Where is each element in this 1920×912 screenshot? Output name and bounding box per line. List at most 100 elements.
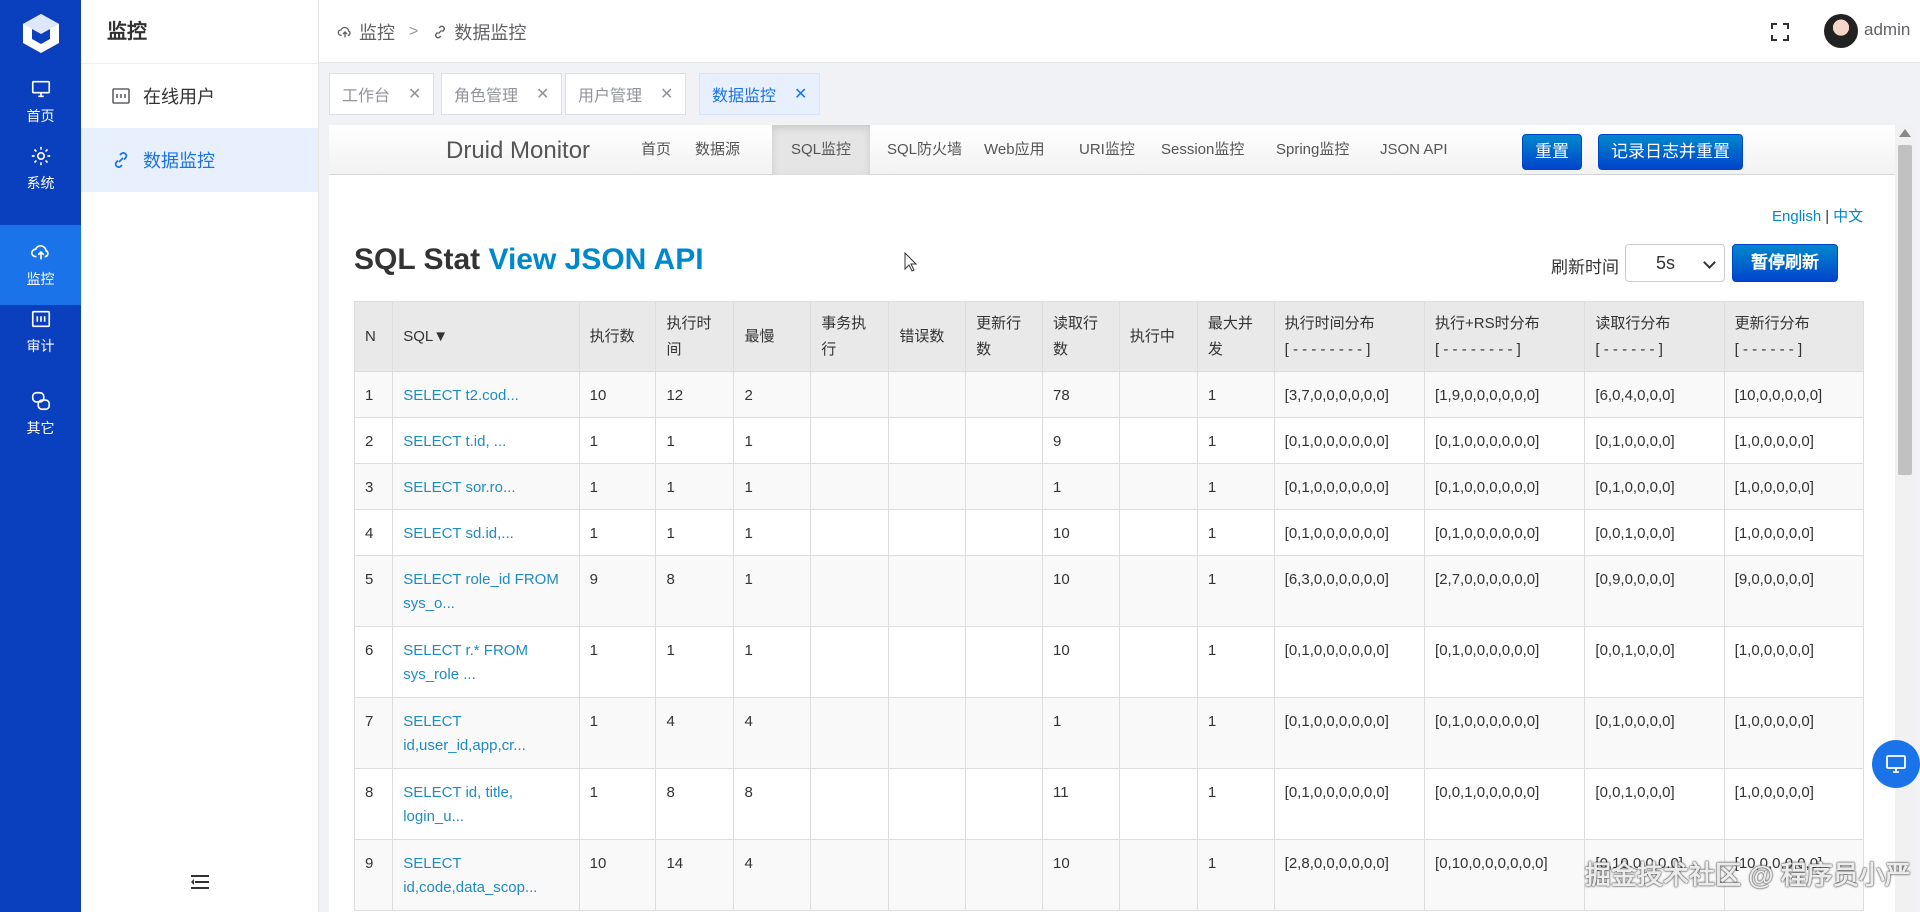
tab-data-monitor[interactable]: 数据监控 ✕ bbox=[699, 73, 821, 115]
druid-brand[interactable]: Druid Monitor bbox=[446, 137, 590, 165]
table-cell bbox=[1118, 371, 1198, 418]
table-body: 1 SELECT t2.cod... 10 12 2 78 1 [3,7,0,0,0,0,0,… bbox=[353, 371, 1865, 911]
scrollbar-thumb[interactable] bbox=[1898, 145, 1912, 475]
table-row: 8 SELECT id, title, login_u... 1 8 8 11 1 [0,1,… bbox=[353, 768, 1865, 840]
breadcrumb-item[interactable]: 监控 bbox=[337, 19, 395, 45]
pause-refresh-button[interactable]: 暂停刷新 bbox=[1732, 244, 1838, 282]
tab-role-management[interactable]: 角色管理 ✕ bbox=[441, 73, 563, 115]
cloud-icon bbox=[30, 245, 49, 260]
lang-chinese-link[interactable]: 中文 bbox=[1833, 208, 1863, 225]
vertical-scrollbar[interactable] bbox=[1895, 125, 1915, 912]
table-cell bbox=[888, 768, 967, 840]
page-title-text: SQL Stat bbox=[354, 243, 481, 276]
table-cell bbox=[810, 768, 890, 840]
sql-link[interactable]: SELECT sor.ro... bbox=[403, 479, 515, 496]
close-icon[interactable]: ✕ bbox=[408, 84, 421, 104]
rail-item-audit[interactable]: 审计 bbox=[0, 292, 81, 372]
table-cell bbox=[810, 417, 890, 464]
nav-uri-monitor[interactable]: URI监控 bbox=[1065, 125, 1149, 175]
table-cell: 1 bbox=[353, 371, 394, 418]
column-header: 更新行分布 [ - - - - - - ] bbox=[1723, 301, 1865, 372]
nav-home[interactable]: 首页 bbox=[627, 125, 685, 175]
table-cell: 10 bbox=[578, 839, 657, 911]
tab-user-management[interactable]: 用户管理 ✕ bbox=[565, 73, 687, 115]
logo-icon[interactable] bbox=[20, 12, 62, 54]
page-title: SQL Stat View JSON API bbox=[354, 243, 704, 277]
table-cell bbox=[888, 371, 967, 418]
table-cell: [1,0,0,0,0,0] bbox=[1723, 697, 1865, 769]
fullscreen-icon[interactable] bbox=[1770, 22, 1790, 42]
nav-json-api[interactable]: JSON API bbox=[1366, 125, 1462, 175]
sql-link[interactable]: SELECT id,code,data_scop... bbox=[403, 855, 537, 896]
table-cell bbox=[965, 555, 1043, 627]
nav-spring-monitor[interactable]: Spring监控 bbox=[1262, 125, 1363, 175]
table-cell: [0,1,0,0,0,0] bbox=[1584, 417, 1725, 464]
floating-screen-button[interactable] bbox=[1872, 740, 1920, 788]
sql-link[interactable]: SELECT id, title, login_u... bbox=[403, 784, 513, 825]
table-cell: 8 bbox=[655, 555, 735, 627]
sql-link[interactable]: SELECT sd.id,... bbox=[403, 525, 514, 542]
close-icon[interactable]: ✕ bbox=[536, 84, 549, 104]
table-cell: 4 bbox=[353, 509, 394, 556]
table-cell: SELECT t2.cod... bbox=[392, 371, 580, 418]
rail-item-system[interactable]: 系统 bbox=[0, 129, 81, 209]
rail-item-other[interactable]: 其它 bbox=[0, 374, 81, 454]
avatar[interactable] bbox=[1824, 14, 1858, 48]
table-cell: 1 bbox=[655, 463, 735, 510]
table-cell: SELECT id,code,data_scop... bbox=[392, 839, 580, 911]
reset-button[interactable]: 重置 bbox=[1522, 134, 1582, 170]
table-cell: 9 bbox=[578, 555, 657, 627]
sidebar-item-online-users[interactable]: 在线用户 bbox=[81, 64, 318, 128]
cloud-icon bbox=[337, 26, 351, 37]
view-json-api-link[interactable]: View JSON API bbox=[488, 243, 703, 276]
nav-web-app[interactable]: Web应用 bbox=[970, 125, 1059, 175]
table-cell bbox=[810, 371, 890, 418]
table-cell bbox=[965, 371, 1043, 418]
table-cell: [0,0,1,0,0,0] bbox=[1584, 509, 1725, 556]
nav-datasource[interactable]: 数据源 bbox=[681, 125, 754, 175]
table-cell: 6 bbox=[353, 626, 394, 698]
table-cell: [2,8,0,0,0,0,0,0] bbox=[1273, 839, 1426, 911]
tab-label: 数据监控 bbox=[712, 88, 777, 105]
table-cell: SELECT role_id FROM sys_o... bbox=[392, 555, 580, 627]
nav-sql-monitor[interactable]: SQL监控 bbox=[772, 125, 871, 175]
table-cell: 1 bbox=[1041, 463, 1120, 510]
sidebar-item-data-monitor[interactable]: 数据监控 bbox=[81, 128, 318, 192]
table-cell: [0,1,0,0,0,0,0,0] bbox=[1273, 509, 1426, 556]
sql-link[interactable]: SELECT role_id FROM sys_o... bbox=[403, 571, 559, 612]
table-cell: 9 bbox=[353, 839, 394, 911]
table-cell: 1 bbox=[1196, 555, 1275, 627]
nav-session-monitor[interactable]: Session监控 bbox=[1147, 125, 1258, 175]
table-cell bbox=[888, 555, 967, 627]
close-icon[interactable]: ✕ bbox=[794, 84, 807, 104]
close-icon[interactable]: ✕ bbox=[660, 84, 673, 104]
table-cell: [0,1,0,0,0,0,0,0] bbox=[1424, 626, 1586, 698]
tab-workbench[interactable]: 工作台 ✕ bbox=[329, 73, 435, 115]
sql-link[interactable]: SELECT id,user_id,app,cr... bbox=[403, 713, 526, 754]
table-cell: 11 bbox=[1041, 768, 1120, 840]
table-cell: [0,1,0,0,0,0,0,0] bbox=[1273, 768, 1426, 840]
log-and-reset-button[interactable]: 记录日志并重置 bbox=[1598, 134, 1743, 170]
scroll-up-icon[interactable] bbox=[1899, 129, 1911, 137]
sidebar-item-label: 在线用户 bbox=[143, 87, 215, 107]
table-cell: 4 bbox=[655, 697, 735, 769]
table-cell: 1 bbox=[655, 509, 735, 556]
table-cell: [0,1,0,0,0,0,0,0] bbox=[1273, 417, 1426, 464]
sql-link[interactable]: SELECT t.id, ... bbox=[403, 433, 506, 450]
column-header[interactable]: SQL▼ bbox=[392, 301, 580, 372]
table-cell: 1 bbox=[578, 768, 657, 840]
table-cell: [0,1,0,0,0,0,0,0] bbox=[1424, 697, 1586, 769]
lang-english-link[interactable]: English bbox=[1772, 208, 1821, 225]
collapse-menu-icon[interactable] bbox=[191, 874, 209, 890]
column-header: 执行中 bbox=[1118, 301, 1198, 372]
sql-link[interactable]: SELECT t2.cod... bbox=[403, 387, 519, 404]
table-cell: [0,1,0,0,0,0,0,0] bbox=[1424, 463, 1586, 510]
sql-link[interactable]: SELECT r.* FROM sys_role ... bbox=[403, 642, 528, 683]
table-cell: [2,7,0,0,0,0,0,0] bbox=[1424, 555, 1586, 627]
nav-sql-firewall[interactable]: SQL防火墙 bbox=[873, 125, 976, 175]
top-header: 监控 > 数据监控 admin bbox=[319, 0, 1920, 63]
username[interactable]: admin bbox=[1864, 20, 1910, 40]
table-cell bbox=[888, 839, 967, 911]
refresh-time-select[interactable]: 5s bbox=[1625, 244, 1725, 282]
table-cell: 9 bbox=[1041, 417, 1120, 464]
